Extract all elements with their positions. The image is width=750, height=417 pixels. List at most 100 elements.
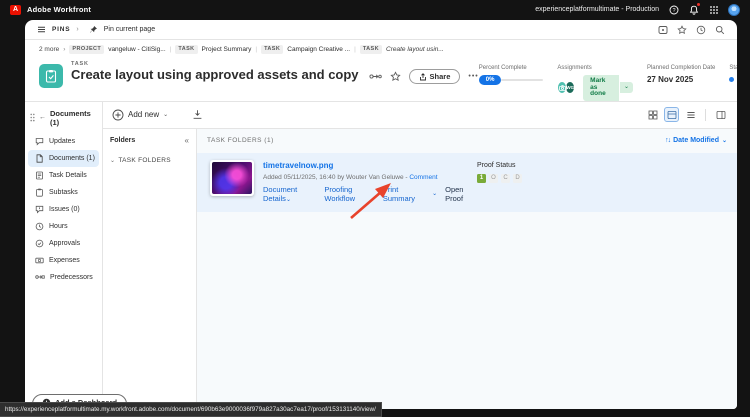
sidebar-item-expenses[interactable]: Expenses <box>28 252 99 269</box>
documents-main: Add new ⌄ Folders « ⌄ TASK FOLDERS TASK … <box>103 101 737 409</box>
pin-current-page-button[interactable]: Pin current page <box>104 26 155 33</box>
sort-chevron-icon: ⌄ <box>721 138 727 144</box>
favorites-star-icon[interactable] <box>677 24 687 35</box>
mark-as-done-button[interactable]: Mark as done ⌄ <box>583 75 633 101</box>
breadcrumb-separator: | <box>354 45 356 53</box>
document-actions: Document Details⌄ Proofing Workflow Prin… <box>263 185 477 203</box>
sidebar-item-label: Task Details <box>49 171 87 179</box>
sidebar-item-approvals[interactable]: Approvals <box>28 235 99 252</box>
sidebar-item-label: Documents (1) <box>49 154 95 162</box>
proofing-workflow-link[interactable]: Proofing Workflow <box>324 185 374 203</box>
more-options-button[interactable]: ••• <box>468 73 478 80</box>
document-row[interactable]: timetravelnow.png Added 05/11/2025, 16:4… <box>197 152 737 212</box>
proof-stage-badge: D <box>513 173 522 183</box>
breadcrumb-link-task-2[interactable]: Campaign Creative ... <box>287 46 350 53</box>
proof-status-badges: 1 O C D <box>477 173 522 183</box>
updates-icon <box>35 137 44 146</box>
print-summary-link[interactable]: Print Summary <box>383 185 424 203</box>
left-nav-header: ← Documents (1) <box>25 106 102 133</box>
breadcrumb-type-chip: TASK <box>261 44 284 54</box>
compact-list-view-icon[interactable] <box>683 107 698 122</box>
main-menu-hamburger-icon[interactable] <box>37 25 46 34</box>
assignments-label: Assignments <box>557 65 592 71</box>
collapse-arrow-icon[interactable]: ← <box>39 114 46 121</box>
sidebar-item-subtasks[interactable]: Subtasks <box>28 184 99 201</box>
folder-tree-item-task-folders[interactable]: ⌄ TASK FOLDERS <box>110 157 189 164</box>
planned-completion-label: Planned Completion Date <box>646 65 716 71</box>
documents-content: Folders « ⌄ TASK FOLDERS TASK FOLDERS (1… <box>103 128 737 409</box>
percent-complete-value[interactable]: 0% <box>478 75 502 85</box>
thumbnail-image <box>212 161 252 194</box>
sidebar-item-updates[interactable]: Updates <box>28 133 99 150</box>
body-row: ← Documents (1) Updates Documents (1) Ta… <box>25 101 737 409</box>
percent-complete-field: Percent Complete 0% <box>478 65 544 101</box>
sort-control[interactable]: ↑↓ Date Modified ⌄ <box>665 137 727 144</box>
sidebar-item-label: Predecessors <box>50 273 93 281</box>
notifications-bell-icon[interactable] <box>688 2 701 15</box>
sidebar-item-label: Issues (0) <box>49 205 80 213</box>
user-avatar[interactable] <box>728 3 740 16</box>
comment-link[interactable]: Comment <box>409 174 437 181</box>
sidebar-item-hours[interactable]: Hours <box>28 218 99 235</box>
app-panel: PINS › Pin current page 2 more › PROJECT… <box>25 20 737 409</box>
sidebar-item-task-details[interactable]: Task Details <box>28 167 99 184</box>
folders-panel: Folders « ⌄ TASK FOLDERS <box>103 128 197 409</box>
grid-view-icon[interactable] <box>645 107 660 122</box>
favorite-star-icon[interactable] <box>389 71 401 82</box>
add-new-chevron-icon: ⌄ <box>163 112 169 118</box>
document-icon <box>35 153 44 163</box>
app-name: Adobe Workfront <box>27 5 92 14</box>
left-nav: ← Documents (1) Updates Documents (1) Ta… <box>25 101 103 409</box>
pin-icon <box>89 25 98 34</box>
app-switcher-icon[interactable] <box>708 4 719 15</box>
summary-panel-icon[interactable] <box>658 25 668 35</box>
document-meta: Added 05/11/2025, 16:40 by Wouter Van Ge… <box>263 174 477 181</box>
page-title: Create layout using approved assets and … <box>71 67 359 83</box>
document-name-link[interactable]: timetravelnow.png <box>263 161 477 170</box>
search-icon[interactable] <box>715 25 725 35</box>
breadcrumb-link-project[interactable]: vangeluw - CitiSig... <box>108 46 165 53</box>
breadcrumb: 2 more › PROJECT vangeluw - CitiSig... |… <box>25 40 737 58</box>
document-list: TASK FOLDERS (1) ↑↓ Date Modified ⌄ time… <box>197 128 737 409</box>
drag-handle-icon[interactable] <box>30 113 35 122</box>
document-thumbnail[interactable] <box>210 159 254 196</box>
collapse-panel-icon[interactable]: « <box>185 136 189 145</box>
standard-view-icon[interactable] <box>664 107 679 122</box>
sidebar-item-label: Approvals <box>49 239 81 247</box>
open-proof-link[interactable]: Open Proof <box>445 185 477 203</box>
task-object-icon <box>39 64 63 88</box>
sort-field-label: Date Modified <box>673 137 719 144</box>
percent-complete-label: Percent Complete <box>478 65 527 71</box>
breadcrumb-more-link[interactable]: 2 more <box>39 46 59 53</box>
folders-panel-title: Folders <box>110 136 136 144</box>
sidebar-item-issues[interactable]: Issues (0) <box>28 201 99 218</box>
share-button[interactable]: Share <box>408 69 461 84</box>
chevron-down-icon: ⌄ <box>432 191 438 197</box>
mark-as-done-chevron-icon[interactable]: ⌄ <box>618 82 633 94</box>
current-section-label: Documents (1) <box>50 108 91 127</box>
breadcrumb-link-task-1[interactable]: Project Summary <box>202 46 252 53</box>
recents-history-icon[interactable] <box>696 25 706 35</box>
status-new-dot-icon <box>729 77 735 82</box>
adobe-logo-icon: A <box>10 4 21 15</box>
mark-as-done-label[interactable]: Mark as done <box>583 75 619 101</box>
sidebar-item-predecessors[interactable]: Predecessors <box>28 269 99 286</box>
document-details-link[interactable]: Document Details⌄ <box>263 185 316 203</box>
issue-bubble-icon <box>35 205 44 214</box>
subtasks-clipboard-icon <box>35 188 44 197</box>
download-icon[interactable] <box>192 109 203 120</box>
predecessor-flow-icon[interactable] <box>368 72 382 81</box>
view-toggle-group <box>645 107 728 122</box>
pins-label[interactable]: PINS <box>52 26 70 33</box>
page-header: TASK Create layout using approved assets… <box>25 58 737 102</box>
folder-tree-label: TASK FOLDERS <box>118 156 171 164</box>
breadcrumb-type-chip: TASK <box>359 44 382 54</box>
planned-completion-date[interactable]: 27 Nov 2025 <box>647 75 715 84</box>
sidebar-item-documents[interactable]: Documents (1) <box>28 149 99 167</box>
add-new-button[interactable]: Add new ⌄ <box>112 109 168 121</box>
browser-status-url: https://experienceplatformultimate.my.wo… <box>0 402 382 417</box>
breadcrumb-current-task: Create layout usin... <box>386 45 444 53</box>
tree-caret-icon[interactable]: ⌄ <box>110 157 115 164</box>
help-icon[interactable]: ? <box>668 4 679 15</box>
panel-toggle-icon[interactable] <box>713 107 728 122</box>
